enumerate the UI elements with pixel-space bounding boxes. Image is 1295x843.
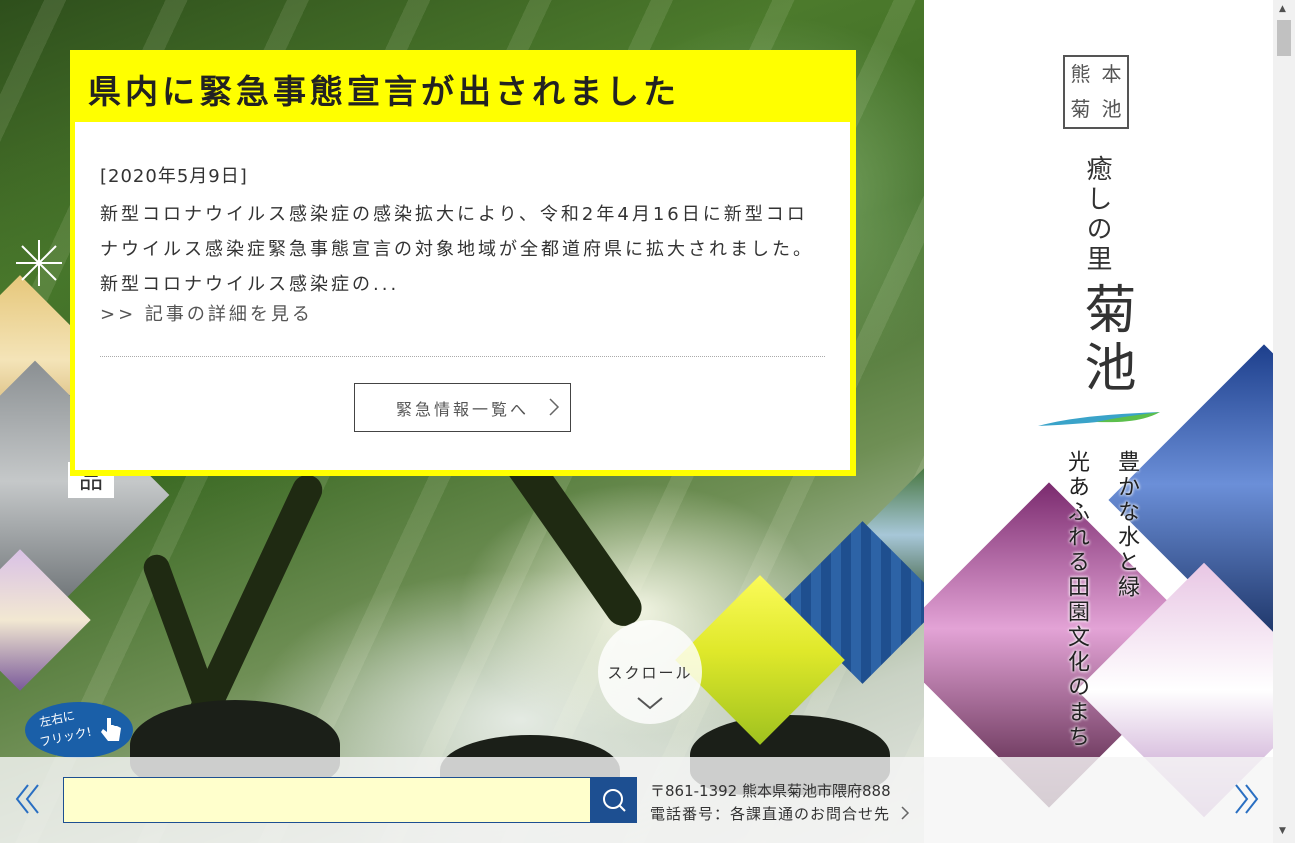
search-icon (602, 789, 626, 812)
scroll-up-arrow-icon[interactable]: ▲ (1279, 4, 1286, 14)
chevron-right-icon (549, 398, 560, 416)
slogan-line-2: 光あふれる田園文化のまち (1064, 450, 1089, 750)
slogan-line-1: 豊かな水と緑 (1114, 450, 1139, 600)
branding-column: 熊 本 菊 池 癒しの里 菊池 豊かな水と緑 光あふれる田園文化のまち (924, 0, 1273, 843)
city-seal-logo[interactable]: 熊 本 菊 池 (1063, 55, 1129, 129)
flick-hint-badge: 左右に フリック! (25, 702, 133, 758)
emergency-list-label: 緊急情報一覧へ (395, 399, 529, 419)
seal-char: 菊 (1070, 97, 1091, 121)
scroll-label: スクロール (607, 664, 693, 682)
scroll-down-button[interactable]: スクロール (598, 620, 702, 724)
seal-char: 熊 (1070, 62, 1091, 86)
article-detail-link[interactable]: >> 記事の詳細を見る (100, 300, 313, 326)
notice-summary: 新型コロナウイルス感染症の感染拡大により、令和2年4月16日に新型コロナウイルス… (100, 204, 814, 295)
seal-char: 本 (1101, 62, 1122, 86)
scrollbar-thumb[interactable] (1277, 20, 1291, 56)
notice-date: [2020年5月9日] (100, 166, 248, 187)
search-button[interactable] (590, 777, 637, 823)
site-search-input[interactable] (63, 777, 591, 823)
notice-body: [2020年5月9日] 新型コロナウイルス感染症の感染拡大により、令和2年4月1… (75, 122, 850, 470)
emergency-notice: 県内に緊急事態宣言が出されました [2020年5月9日] 新型コロナウイルス感染… (70, 50, 856, 476)
seal-char: 池 (1101, 97, 1122, 121)
phone-label: 電話番号： (650, 805, 731, 823)
city-name: 菊池 (1075, 282, 1135, 398)
tagline: 癒しの里 (1082, 155, 1112, 275)
next-slide-icon[interactable] (1232, 782, 1260, 816)
chevron-down-icon (637, 697, 663, 710)
divider (100, 356, 825, 357)
footer-bar: 〒861-1392 熊本県菊池市隈府888 電話番号：各課直通のお問合せ先 (0, 757, 1273, 843)
notice-title: 県内に緊急事態宣言が出されました (88, 72, 680, 111)
page-scrollbar[interactable]: ▲ ▼ (1273, 0, 1295, 843)
city-address: 〒861-1392 熊本県菊池市隈府888 (650, 782, 891, 800)
phone-contact-link[interactable]: 電話番号：各課直通のお問合せ先 (650, 803, 910, 824)
scroll-down-arrow-icon[interactable]: ▼ (1279, 826, 1286, 836)
phone-link-text: 各課直通のお問合せ先 (730, 805, 891, 823)
hand-pointer-icon (101, 718, 121, 741)
emergency-list-button[interactable]: 緊急情報一覧へ (354, 383, 571, 432)
sparkle-icon (16, 240, 62, 286)
brand-swoosh (1038, 412, 1160, 426)
chevron-right-icon (901, 806, 909, 820)
prev-slide-icon[interactable] (14, 782, 42, 816)
